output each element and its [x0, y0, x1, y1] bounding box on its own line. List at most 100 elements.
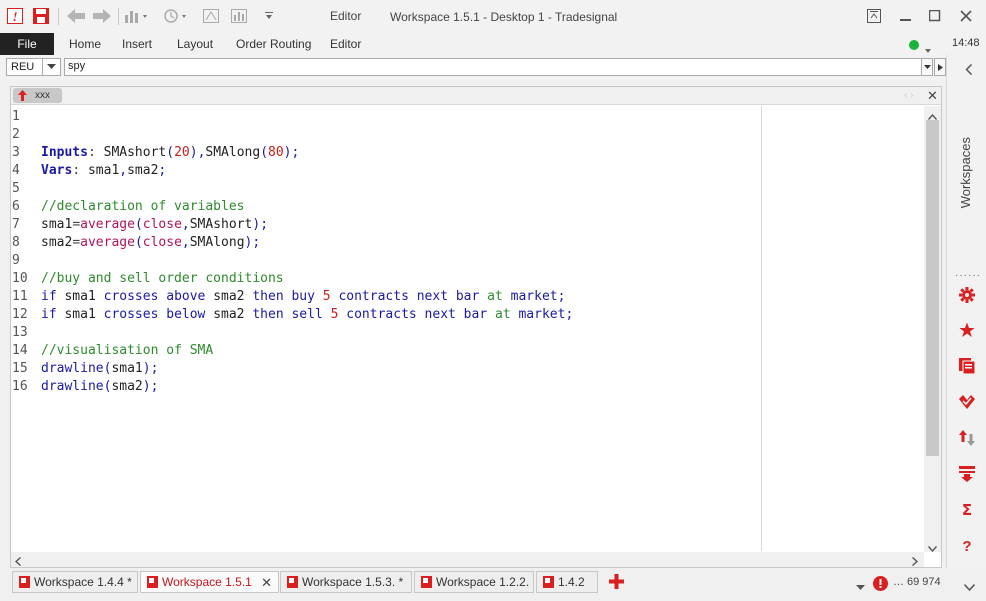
scroll-right-icon[interactable]	[912, 555, 919, 569]
tabs-dropdown-icon[interactable]	[856, 580, 865, 594]
line-number: 2	[12, 127, 20, 142]
indicator-icon[interactable]	[202, 6, 220, 26]
file-menu-button[interactable]: File	[0, 33, 54, 55]
window-title: Workspace 1.5.1 - Desktop 1 - Tradesigna…	[390, 10, 618, 24]
alert-info-icon[interactable]	[873, 576, 888, 594]
workspace-tab[interactable]: Workspace 1.2.2.	[414, 571, 534, 593]
chart-bars-icon[interactable]	[124, 6, 150, 26]
clock: 14:48	[952, 37, 980, 49]
status-dropdown-icon[interactable]	[925, 42, 931, 56]
tradesignal-logo-icon[interactable]: !	[6, 6, 24, 26]
document-tab-label: xxx	[35, 90, 50, 101]
menu-bar: File Home Insert Layout Order Routing Ed…	[0, 33, 986, 55]
line-number: 7	[12, 217, 20, 232]
exchange-select[interactable]: REU	[6, 58, 61, 76]
title-bar: ! Editor Workspace 1.5.1 - Desktop 1 - T…	[0, 0, 986, 33]
star-icon[interactable]	[958, 321, 976, 339]
workspace-tab[interactable]: 1.4.2	[536, 571, 598, 593]
code-line: //buy and sell order conditions	[41, 271, 284, 286]
menu-layout[interactable]: Layout	[177, 37, 213, 51]
updown-arrows-icon[interactable]	[958, 429, 976, 447]
line-number: 5	[12, 181, 20, 196]
scrollbar-thumb[interactable]	[926, 120, 939, 456]
workspace-icon	[543, 576, 554, 588]
symbol-dropdown-icon[interactable]	[921, 58, 933, 76]
code-text-area[interactable]: Inputs: SMAshort(20),SMAlong(80); Vars: s…	[41, 108, 761, 396]
history-icon[interactable]	[163, 6, 189, 26]
workspaces-panel-label[interactable]: Workspaces	[958, 137, 973, 208]
maximize-icon[interactable]	[926, 7, 944, 25]
gear-icon[interactable]	[958, 286, 976, 304]
menu-insert[interactable]: Insert	[122, 37, 152, 51]
line-number: 11	[12, 289, 28, 304]
line-number: 8	[12, 235, 20, 250]
close-window-icon[interactable]	[957, 7, 975, 25]
workspace-tab-label: Workspace 1.4.4 *	[34, 575, 132, 589]
restore-window-icon[interactable]	[865, 7, 883, 25]
workspace-tab-label: 1.4.2	[558, 575, 585, 589]
save-icon[interactable]	[32, 6, 50, 26]
collapse-down-icon[interactable]	[963, 580, 976, 594]
check-icon[interactable]	[958, 393, 976, 411]
workspace-tab-label: Workspace 1.5.1	[162, 575, 252, 589]
right-margin-line	[761, 106, 762, 551]
forward-arrow-icon[interactable]	[92, 6, 112, 26]
symbol-input[interactable]: spy	[64, 58, 922, 76]
workspace-tab-active[interactable]: Workspace 1.5.1 ✕	[140, 571, 279, 593]
code-line: if sma1 crosses below sma2 then sell 5 c…	[41, 307, 574, 322]
download-icon[interactable]	[958, 465, 976, 483]
back-arrow-icon[interactable]	[66, 6, 86, 26]
line-number: 4	[12, 163, 20, 178]
symbol-next-icon[interactable]	[934, 58, 946, 76]
right-side-panel: Workspaces ······ Σ ?	[946, 55, 986, 575]
workspace-tab-bar: Workspace 1.4.4 * Workspace 1.5.1 ✕ Work…	[0, 568, 986, 601]
document-tab[interactable]: xxx	[13, 88, 62, 103]
add-workspace-icon[interactable]	[609, 574, 624, 592]
panel-grip-icon[interactable]: ······	[955, 270, 981, 281]
menu-order-routing[interactable]: Order Routing	[236, 37, 311, 51]
code-line: Vars: sma1,sma2;	[41, 163, 167, 178]
menu-home[interactable]: Home	[69, 37, 101, 51]
chevron-down-icon	[42, 59, 56, 75]
workspace-tab-label: Workspace 1.2.2.	[436, 575, 530, 589]
line-number: 13	[12, 325, 28, 340]
document-tab-bar: xxx ‹ › ✕	[11, 87, 941, 105]
status-ellipsis: …	[893, 576, 904, 588]
collapse-panel-icon[interactable]	[965, 63, 973, 78]
split-arrows-icon[interactable]: ‹ ›	[904, 90, 913, 101]
bar-chart-icon[interactable]	[230, 6, 248, 26]
code-line: sma1=average(close,SMAshort);	[41, 217, 269, 232]
toolbar-overflow-icon[interactable]	[263, 6, 275, 26]
close-document-icon[interactable]: ✕	[927, 88, 938, 104]
horizontal-scrollbar[interactable]	[11, 552, 924, 567]
document-icon[interactable]	[958, 357, 976, 375]
svg-text:!: !	[12, 9, 17, 24]
close-tab-icon[interactable]: ✕	[261, 575, 272, 591]
workspace-tab[interactable]: Workspace 1.4.4 *	[12, 571, 138, 593]
scroll-down-icon[interactable]	[927, 541, 938, 555]
connection-status-icon[interactable]	[909, 40, 919, 50]
upload-arrow-icon	[18, 90, 27, 101]
sigma-icon[interactable]: Σ	[958, 501, 976, 519]
help-icon[interactable]: ?	[958, 537, 976, 555]
scroll-left-icon[interactable]	[14, 555, 21, 569]
workspace-tab[interactable]: Workspace 1.5.3. *	[280, 571, 412, 593]
code-editor-window: xxx ‹ › ✕ 1 2 3 4 5 6 7 8 9 10 11 12 13 …	[10, 86, 942, 568]
symbol-bar: REU spy	[0, 55, 946, 80]
code-line: if sma1 crosses above sma2 then buy 5 co…	[41, 289, 566, 304]
line-number: 16	[12, 379, 28, 394]
menu-editor[interactable]: Editor	[330, 37, 361, 51]
workspace-tab-label: Workspace 1.5.3. *	[302, 575, 404, 589]
code-line: drawline(sma1);	[41, 361, 159, 376]
code-line: Inputs: SMAshort(20),SMAlong(80);	[41, 145, 300, 160]
minimize-icon[interactable]	[897, 7, 915, 25]
line-number: 6	[12, 199, 20, 214]
vertical-scrollbar[interactable]	[924, 106, 941, 555]
line-number: 14	[12, 343, 28, 358]
line-number: 15	[12, 361, 28, 376]
workspace-icon	[147, 576, 158, 588]
status-counter: 69 974	[907, 576, 941, 588]
